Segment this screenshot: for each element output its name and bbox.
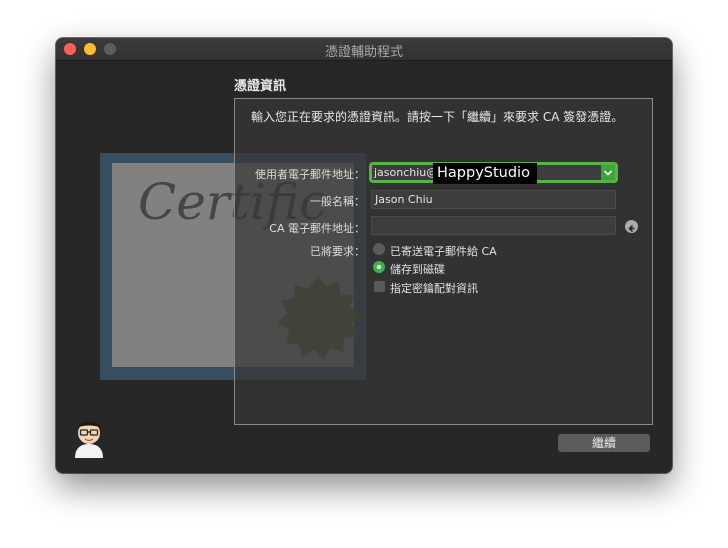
window-title: 憑證輔助程式	[324, 45, 403, 60]
title-bar[interactable]: 憑證輔助程式	[56, 38, 672, 61]
request-label: 已將要求：	[310, 245, 365, 258]
intro-text: 輸入您正在要求的憑證資訊。請按一下「繼續」來要求 CA 簽發憑證。	[251, 110, 624, 124]
user-email-input[interactable]: jasonchiu@	[374, 166, 437, 179]
email-to-ca-label[interactable]: 已寄送電子郵件給 CA	[390, 243, 497, 259]
key-pair-checkbox[interactable]	[374, 281, 385, 292]
common-name-label: 一般名稱：	[310, 195, 365, 208]
section-title: 憑證資訊	[234, 79, 287, 94]
continue-button[interactable]: 繼續	[558, 434, 650, 452]
user-email-label: 使用者電子郵件地址：	[255, 168, 365, 181]
save-to-disk-label[interactable]: 儲存到磁碟	[390, 261, 445, 277]
arrow-left-icon	[628, 224, 635, 233]
common-name-input[interactable]: Jason Chiu	[371, 190, 616, 209]
user-email-dropdown-button[interactable]	[601, 165, 615, 180]
save-to-disk-radio[interactable]	[373, 261, 385, 273]
chevron-down-icon	[603, 170, 613, 176]
form-panel: 輸入您正在要求的憑證資訊。請按一下「繼續」來要求 CA 簽發憑證。 使用者電子郵…	[234, 98, 653, 425]
key-pair-label[interactable]: 指定密鑰配對資訊	[390, 280, 478, 296]
ca-email-label: CA 電子郵件地址：	[269, 222, 365, 235]
certificate-assistant-window: 憑證輔助程式 Certific 憑證資訊 輸入您正在要求的憑證資訊。請按一下「繼…	[56, 38, 672, 473]
email-to-ca-radio[interactable]	[373, 243, 385, 255]
happystudio-overlay: HappyStudio	[433, 163, 537, 184]
avatar	[75, 421, 103, 458]
ca-email-arrow-button[interactable]	[625, 220, 638, 233]
ca-email-input[interactable]	[371, 216, 616, 235]
